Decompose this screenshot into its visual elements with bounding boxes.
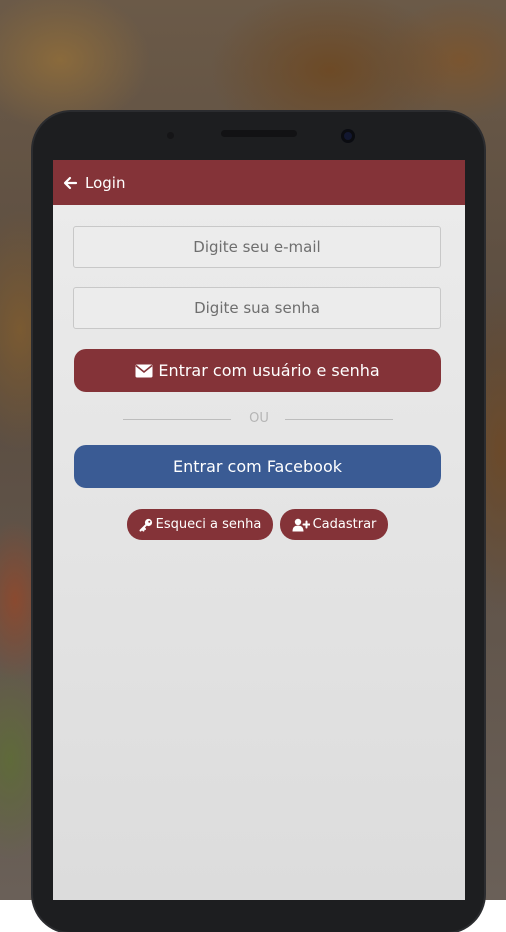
user-plus-icon [292,518,310,532]
email-field[interactable] [73,226,441,268]
envelope-icon [135,364,153,378]
login-button[interactable]: Entrar com usuário e senha [74,349,441,392]
or-divider: OU [53,410,465,430]
page-title: Login [85,173,126,192]
login-button-label: Entrar com usuário e senha [158,361,380,380]
forgot-password-button[interactable]: Esqueci a senha [127,509,273,540]
divider-line-right [285,419,393,420]
app-screen: Login Entrar com usuário e senha OU Entr… [53,160,465,900]
signup-button[interactable]: Cadastrar [280,509,388,540]
key-icon [139,518,153,532]
app-bar: Login [53,160,465,205]
front-camera [341,129,355,143]
divider-text: OU [249,411,269,426]
proximity-sensor [167,132,174,139]
facebook-button-label: Entrar com Facebook [172,457,342,476]
password-field[interactable] [73,287,441,329]
forgot-password-label: Esqueci a senha [155,517,262,532]
earpiece-speaker [221,130,297,137]
facebook-login-button[interactable]: Entrar com Facebook [74,445,441,488]
signup-label: Cadastrar [312,517,377,532]
arrow-left-icon[interactable] [62,175,78,191]
